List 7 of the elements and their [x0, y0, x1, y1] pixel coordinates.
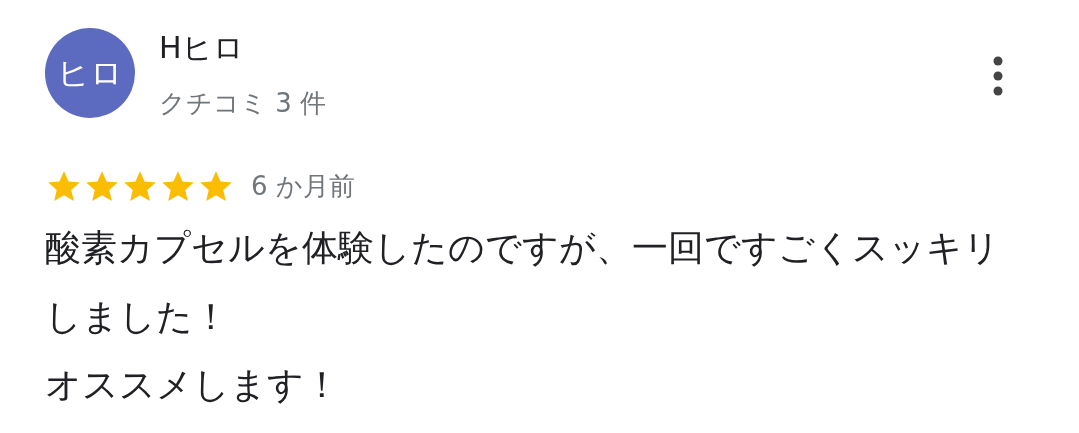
review-count: クチコミ 3 件 — [159, 88, 328, 120]
review-time: 6 か月前 — [251, 170, 355, 204]
author-name[interactable]: Hヒロ — [159, 30, 991, 66]
more-menu-icon[interactable] — [991, 56, 1005, 96]
avatar: ヒロ — [45, 28, 135, 118]
review-paragraph: オススメします！ — [45, 362, 341, 407]
review-paragraph: 酸素カプセルを体験したのですが、一回ですごくスッキリしました！ — [45, 226, 1001, 339]
